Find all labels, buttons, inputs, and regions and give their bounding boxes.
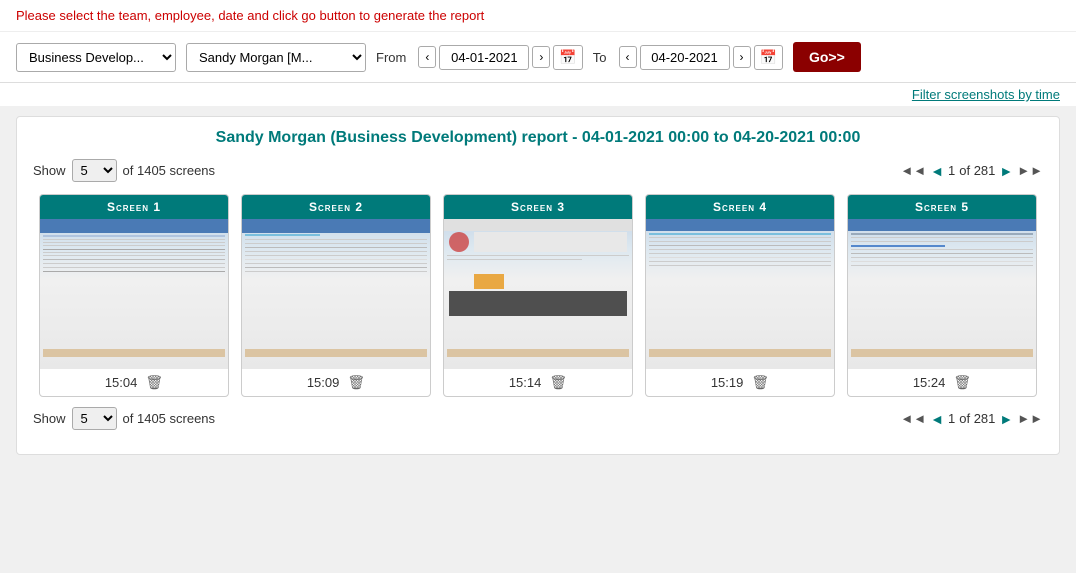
from-date-input[interactable] xyxy=(439,45,529,70)
screen-time-2: 15:09 xyxy=(307,375,340,390)
page-current-top: 1 xyxy=(948,163,955,178)
to-date-input[interactable] xyxy=(640,45,730,70)
screen-thumb-inner-2 xyxy=(242,219,430,369)
report-panel: Sandy Morgan (Business Development) repo… xyxy=(16,116,1060,455)
screen-header-5: Screen 5 xyxy=(848,195,1036,219)
first-page-btn-bottom[interactable]: ◄◄ xyxy=(900,411,926,426)
filter-link[interactable]: Filter screenshots by time xyxy=(912,87,1060,102)
show-label-bottom: Show xyxy=(33,411,66,426)
screen-card-4[interactable]: Screen 4 15:19 🗑 xyxy=(645,194,835,397)
screen-card-2[interactable]: Screen 2 15:09 🗑 xyxy=(241,194,431,397)
pagination-bottom: Show 5 10 25 of 1405 screens ◄◄ ◄ 1 of 2… xyxy=(33,407,1043,430)
of-screens-top: of 1405 screens xyxy=(123,163,216,178)
last-page-btn-top[interactable]: ►► xyxy=(1017,163,1043,178)
employee-dropdown[interactable]: Sandy Morgan [M... xyxy=(186,43,366,72)
screen-thumb-5[interactable] xyxy=(848,219,1036,369)
screen-thumb-3[interactable] xyxy=(444,219,632,369)
go-button[interactable]: Go>> xyxy=(793,42,861,72)
screen-header-3: Screen 3 xyxy=(444,195,632,219)
screen-time-4: 15:19 xyxy=(711,375,744,390)
delete-screen-1-icon[interactable]: 🗑 xyxy=(145,374,163,391)
screen-time-1: 15:04 xyxy=(105,375,138,390)
show-select-bottom[interactable]: 5 10 25 xyxy=(72,407,117,430)
screen-thumb-inner-4 xyxy=(646,219,834,369)
of-pages-top: of 281 xyxy=(959,163,995,178)
screen-thumb-inner-1 xyxy=(40,219,228,369)
screen-header-1: Screen 1 xyxy=(40,195,228,219)
filter-row: Filter screenshots by time xyxy=(0,83,1076,106)
next-page-btn-top[interactable]: ► xyxy=(999,163,1013,179)
prev-page-btn-bottom[interactable]: ◄ xyxy=(930,411,944,427)
toolbar: Business Develop... Sandy Morgan [M... F… xyxy=(0,32,1076,83)
from-date-nav: ‹ › 📅 xyxy=(418,45,582,70)
prev-page-btn-top[interactable]: ◄ xyxy=(930,163,944,179)
of-pages-bottom: of 281 xyxy=(959,411,995,426)
delete-screen-4-icon[interactable]: 🗑 xyxy=(751,374,769,391)
first-page-btn-top[interactable]: ◄◄ xyxy=(900,163,926,178)
report-title: Sandy Morgan (Business Development) repo… xyxy=(33,129,1043,147)
of-screens-bottom: of 1405 screens xyxy=(123,411,216,426)
from-next-btn[interactable]: › xyxy=(532,46,550,68)
delete-screen-5-icon[interactable]: 🗑 xyxy=(953,374,971,391)
screen-thumb-4[interactable] xyxy=(646,219,834,369)
pagination-top: Show 5 10 25 of 1405 screens ◄◄ ◄ 1 of 2… xyxy=(33,159,1043,182)
from-calendar-btn[interactable]: 📅 xyxy=(553,45,582,70)
screen-footer-3: 15:14 🗑 xyxy=(444,369,632,396)
screen-thumb-inner-3 xyxy=(444,219,632,369)
delete-screen-2-icon[interactable]: 🗑 xyxy=(347,374,365,391)
screen-card-3[interactable]: Screen 3 15:14 🗑 xyxy=(443,194,633,397)
to-next-btn[interactable]: › xyxy=(733,46,751,68)
show-select-top[interactable]: 5 10 25 xyxy=(72,159,117,182)
screen-card-5[interactable]: Screen 5 15:24 🗑 xyxy=(847,194,1037,397)
screen-thumb-inner-5 xyxy=(848,219,1036,369)
next-page-btn-bottom[interactable]: ► xyxy=(999,411,1013,427)
screen-card-1[interactable]: Screen 1 15:04 🗑 xyxy=(39,194,229,397)
screen-footer-5: 15:24 🗑 xyxy=(848,369,1036,396)
delete-screen-3-icon[interactable]: 🗑 xyxy=(549,374,567,391)
screen-thumb-2[interactable] xyxy=(242,219,430,369)
from-prev-btn[interactable]: ‹ xyxy=(418,46,436,68)
screen-time-3: 15:14 xyxy=(509,375,542,390)
warning-text: Please select the team, employee, date a… xyxy=(16,8,484,23)
show-label-top: Show xyxy=(33,163,66,178)
from-label: From xyxy=(376,50,406,65)
screen-footer-1: 15:04 🗑 xyxy=(40,369,228,396)
screens-row: Screen 1 15:04 🗑 Screen 2 xyxy=(33,194,1043,397)
to-calendar-btn[interactable]: 📅 xyxy=(754,45,783,70)
screen-header-2: Screen 2 xyxy=(242,195,430,219)
to-date-nav: ‹ › 📅 xyxy=(619,45,783,70)
screen-footer-4: 15:19 🗑 xyxy=(646,369,834,396)
screen-thumb-1[interactable] xyxy=(40,219,228,369)
screen-footer-2: 15:09 🗑 xyxy=(242,369,430,396)
screen-header-4: Screen 4 xyxy=(646,195,834,219)
to-prev-btn[interactable]: ‹ xyxy=(619,46,637,68)
screen-time-5: 15:24 xyxy=(913,375,946,390)
to-label: To xyxy=(593,50,607,65)
page-current-bottom: 1 xyxy=(948,411,955,426)
team-dropdown[interactable]: Business Develop... xyxy=(16,43,176,72)
last-page-btn-bottom[interactable]: ►► xyxy=(1017,411,1043,426)
